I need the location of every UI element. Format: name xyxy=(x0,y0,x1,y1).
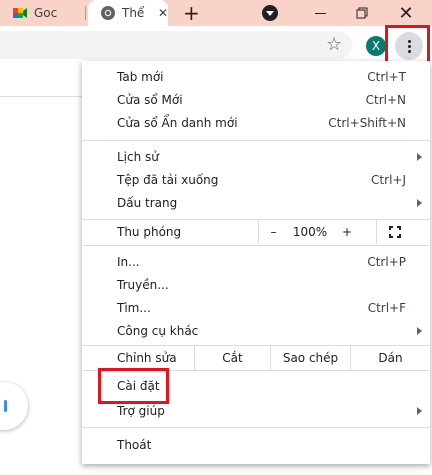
menu-item-exit[interactable]: Thoát xyxy=(82,433,430,456)
restore-icon xyxy=(356,7,368,19)
zoom-out-button[interactable]: – xyxy=(258,220,288,244)
menu-item-label: Tệp đã tải xuống xyxy=(117,172,219,187)
menu-item-label: Cửa sổ Mới xyxy=(117,92,183,107)
menu-item-bookmarks[interactable]: Dấu trang xyxy=(82,191,430,214)
tab-separator xyxy=(85,6,86,20)
restore-button[interactable] xyxy=(342,0,382,26)
menu-item-label: Thoát xyxy=(117,437,152,452)
address-bar[interactable]: ☆ xyxy=(0,31,352,59)
cut-button[interactable]: Cắt xyxy=(194,346,270,370)
menu-item-new-window[interactable]: Cửa sổ Mới Ctrl+N xyxy=(82,88,430,111)
edit-row: Chỉnh sửa Cắt Sao chép Dán xyxy=(82,346,430,370)
tab-close-icon[interactable]: ✕ xyxy=(158,6,168,20)
close-icon: ✕ xyxy=(398,2,414,24)
fullscreen-button[interactable] xyxy=(376,220,412,244)
new-tab-button[interactable]: + xyxy=(183,1,200,25)
menu-separator xyxy=(82,427,430,428)
menu-item-cast[interactable]: Truyền... xyxy=(82,273,430,296)
menu-item-new-tab[interactable]: Tab mới Ctrl+T xyxy=(82,65,430,88)
copy-button[interactable]: Sao chép xyxy=(270,346,350,370)
menu-item-label: Trợ giúp xyxy=(117,403,165,418)
voice-search-button[interactable] xyxy=(0,382,28,430)
menu-item-shortcut: Ctrl+T xyxy=(367,69,406,84)
menu-item-label: In... xyxy=(117,254,140,269)
tab-strip: Goc Thể ✕ + ✕ xyxy=(0,0,432,26)
profile-avatar[interactable]: X xyxy=(366,36,386,56)
zoom-in-button[interactable]: + xyxy=(332,220,362,244)
zoom-level: 100% xyxy=(292,225,328,239)
chrome-icon xyxy=(101,6,115,20)
tab-title: Goc xyxy=(34,6,58,20)
menu-item-history[interactable]: Lịch sử xyxy=(82,145,430,168)
menu-item-label: Tìm... xyxy=(117,300,151,315)
minimize-icon xyxy=(314,12,326,14)
tab-search-icon[interactable] xyxy=(262,5,278,21)
fullscreen-icon xyxy=(388,226,401,238)
menu-item-find[interactable]: Tìm... Ctrl+F xyxy=(82,296,430,319)
tab-meet[interactable]: Goc xyxy=(0,0,84,26)
settings-highlight xyxy=(98,368,169,404)
menu-item-label: Lịch sử xyxy=(117,149,159,164)
menu-item-shortcut: Ctrl+Shift+N xyxy=(328,115,406,130)
menu-item-incognito[interactable]: Cửa sổ Ẩn danh mới Ctrl+Shift+N xyxy=(82,111,430,134)
submenu-arrow-icon xyxy=(417,198,422,207)
paste-button[interactable]: Dán xyxy=(350,346,430,370)
submenu-arrow-icon xyxy=(417,152,422,161)
menu-item-shortcut: Ctrl+N xyxy=(365,92,406,107)
zoom-label: Thu phóng xyxy=(117,225,182,239)
minimize-button[interactable] xyxy=(300,0,340,26)
menu-separator xyxy=(82,245,430,246)
menu-item-label: Công cụ khác xyxy=(117,323,199,338)
menu-item-print[interactable]: In... Ctrl+P xyxy=(82,250,430,273)
menu-item-label: Cửa sổ Ẩn danh mới xyxy=(117,115,238,130)
submenu-arrow-icon xyxy=(417,326,422,335)
page-divider xyxy=(0,96,82,97)
meet-icon xyxy=(13,8,27,18)
menu-item-shortcut: Ctrl+F xyxy=(367,300,406,315)
menu-separator xyxy=(82,140,430,141)
menu-item-downloads[interactable]: Tệp đã tải xuống Ctrl+J xyxy=(82,168,430,191)
menu-item-shortcut: Ctrl+J xyxy=(371,172,406,187)
bookmark-star-icon[interactable]: ☆ xyxy=(326,35,342,55)
close-window-button[interactable]: ✕ xyxy=(386,0,426,26)
zoom-row: Thu phóng – 100% + xyxy=(82,220,430,244)
submenu-arrow-icon xyxy=(417,406,422,415)
menu-item-more-tools[interactable]: Công cụ khác xyxy=(82,319,430,342)
menu-item-label: Dấu trang xyxy=(117,195,178,210)
menu-item-label: Truyền... xyxy=(117,277,169,292)
menu-item-shortcut: Ctrl+P xyxy=(367,254,406,269)
menu-item-label: Tab mới xyxy=(117,69,164,84)
tab-active[interactable]: Thể ✕ xyxy=(88,0,168,26)
tab-title: Thể xyxy=(122,6,145,20)
edit-label: Chỉnh sửa xyxy=(117,351,177,365)
toolbar: ☆ X xyxy=(0,26,432,64)
